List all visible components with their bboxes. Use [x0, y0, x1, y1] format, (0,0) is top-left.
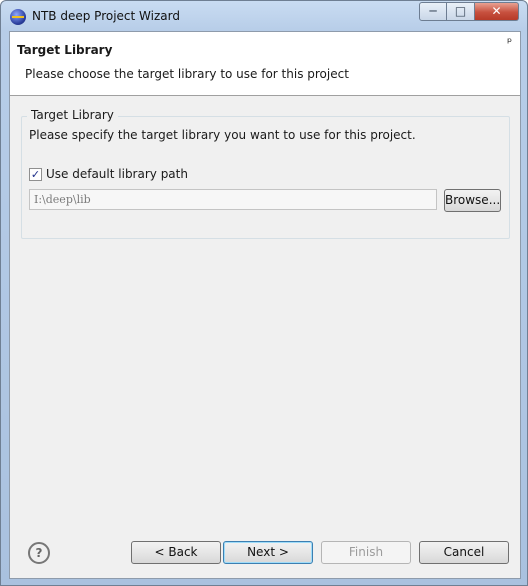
group-legend: Target Library [27, 108, 118, 122]
help-icon[interactable]: ? [28, 542, 50, 564]
finish-button[interactable]: Finish [321, 541, 411, 564]
next-button[interactable]: Next > [223, 541, 313, 564]
close-button[interactable]: ✕ [475, 2, 519, 21]
use-default-path-label[interactable]: Use default library path [46, 167, 188, 181]
maximize-button[interactable]: □ [447, 2, 475, 21]
group-description: Please specify the target library you wa… [29, 128, 416, 142]
dialog-body: Target Library Please choose the target … [9, 31, 521, 579]
title-bar[interactable]: NTB deep Project Wizard ─ □ ✕ [1, 1, 527, 31]
browse-button[interactable]: Browse... [444, 189, 501, 212]
wizard-banner-icon: ᵖ [507, 35, 513, 49]
wizard-header: Target Library Please choose the target … [10, 32, 520, 96]
use-default-path-checkbox[interactable]: ✓ [29, 168, 42, 181]
eclipse-icon [10, 9, 26, 25]
back-button[interactable]: < Back [131, 541, 221, 564]
page-description: Please choose the target library to use … [25, 67, 349, 81]
window-title: NTB deep Project Wizard [32, 9, 180, 23]
wizard-window: NTB deep Project Wizard ─ □ ✕ Target Lib… [0, 0, 528, 586]
library-path-field[interactable]: I:\deep\lib [29, 189, 437, 210]
cancel-button[interactable]: Cancel [419, 541, 509, 564]
page-title: Target Library [17, 43, 113, 57]
minimize-button[interactable]: ─ [419, 2, 447, 21]
